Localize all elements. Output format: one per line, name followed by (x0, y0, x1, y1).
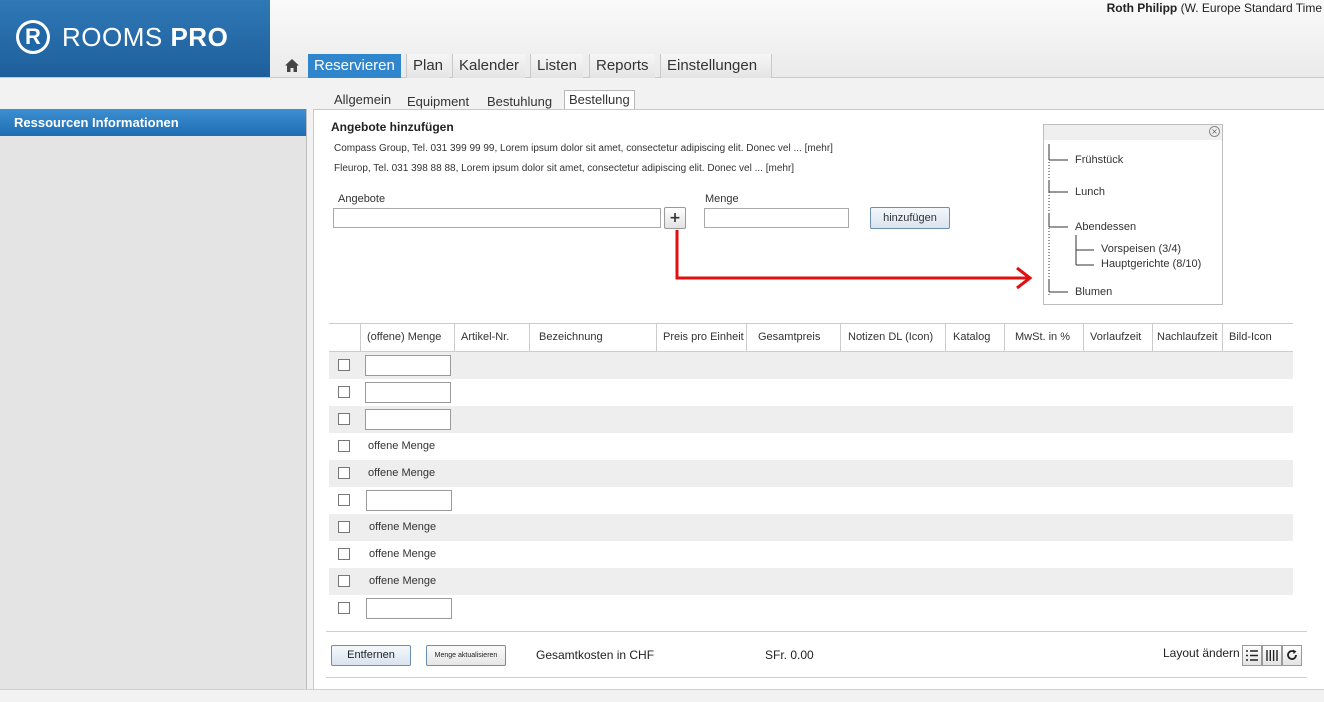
tab-plan[interactable]: Plan (406, 54, 450, 78)
list-icon[interactable] (1242, 645, 1262, 666)
home-icon[interactable] (278, 54, 306, 78)
open-qty-text: offene Menge (369, 548, 437, 560)
table-row: offene Menge (329, 541, 1293, 568)
qty-input[interactable] (366, 490, 452, 511)
row-checkbox[interactable] (338, 494, 350, 506)
table-header: (offene) Menge Artikel-Nr. Bezeichnung P… (329, 323, 1293, 352)
page-bottom-bar (0, 689, 1324, 702)
logo-text-light: ROOMS (62, 22, 163, 52)
tree-item[interactable]: Frühstück (1075, 154, 1123, 166)
total-cost-label: Gesamtkosten in CHF (536, 648, 655, 662)
column-header[interactable]: Gesamtpreis (746, 324, 840, 351)
table-row: offene Menge (329, 514, 1293, 541)
row-checkbox[interactable] (338, 575, 350, 587)
open-qty-text: offene Menge (369, 575, 437, 587)
tab-listen[interactable]: Listen (530, 54, 584, 78)
column-header[interactable]: MwSt. in % (1004, 324, 1083, 351)
footer-divider (326, 677, 1307, 678)
footer-divider (326, 631, 1307, 632)
close-icon[interactable]: × (1209, 126, 1220, 137)
row-checkbox[interactable] (338, 602, 350, 614)
tree-item[interactable]: Abendessen (1075, 221, 1136, 233)
remove-button[interactable]: Entfernen (331, 645, 411, 666)
subtab-allgemein[interactable]: Allgemein (334, 92, 391, 109)
logo-text-bold: PRO (170, 22, 229, 52)
qty-input[interactable] (365, 409, 451, 430)
column-header[interactable]: Preis pro Einheit (656, 324, 746, 351)
tab-reservieren[interactable]: Reservieren (308, 54, 401, 78)
table-row (329, 406, 1293, 433)
tree-item[interactable]: Blumen (1075, 286, 1112, 298)
open-qty-text: offene Menge (368, 440, 436, 452)
row-checkbox[interactable] (338, 548, 350, 560)
tree-popup-titlebar (1044, 125, 1222, 140)
column-header[interactable]: Vorlaufzeit (1083, 324, 1152, 351)
user-name: Roth Philipp (1106, 1, 1178, 15)
column-header[interactable]: Notizen DL (Icon) (840, 324, 945, 351)
open-qty-text: offene Menge (368, 467, 436, 479)
row-checkbox[interactable] (338, 359, 350, 371)
row-checkbox[interactable] (338, 440, 350, 452)
offer-line[interactable]: Compass Group, Tel. 031 399 99 99, Lorem… (334, 143, 833, 154)
tree-item[interactable]: Hauptgerichte (8/10) (1101, 258, 1201, 270)
logo-letter: R (19, 23, 47, 51)
columns-icon[interactable] (1262, 645, 1282, 666)
table-row: offene Menge (329, 568, 1293, 595)
table-row (329, 595, 1293, 622)
tab-kalender[interactable]: Kalender (452, 54, 526, 78)
angebote-input[interactable] (333, 208, 661, 228)
row-checkbox[interactable] (338, 521, 350, 533)
angebote-label: Angebote (338, 193, 386, 205)
menge-label: Menge (705, 193, 739, 205)
user-timezone: (W. Europe Standard Time (1180, 1, 1322, 15)
column-header[interactable]: Artikel-Nr. (454, 324, 529, 351)
row-checkbox[interactable] (338, 413, 350, 425)
column-header[interactable]: Bild-Icon (1222, 324, 1293, 351)
layout-label: Layout ändern (1163, 646, 1240, 660)
update-quantity-button[interactable]: Menge aktualisieren (426, 645, 506, 666)
column-header[interactable]: (offene) Menge (360, 324, 454, 351)
menge-input[interactable] (704, 208, 849, 228)
refresh-icon[interactable] (1282, 645, 1302, 666)
row-checkbox[interactable] (338, 386, 350, 398)
tab-einstellungen[interactable]: Einstellungen (660, 54, 772, 78)
table-row (329, 487, 1293, 514)
user-info: Roth Philipp (W. Europe Standard Time (1107, 1, 1322, 15)
sidebar-title: Ressourcen Informationen (0, 109, 306, 136)
tree-item[interactable]: Lunch (1075, 186, 1105, 198)
sidebar (0, 109, 307, 689)
offer-line[interactable]: Fleurop, Tel. 031 398 88 88, Lorem ipsum… (334, 163, 794, 174)
column-header[interactable]: Katalog (945, 324, 1004, 351)
row-checkbox[interactable] (338, 467, 350, 479)
table-row (329, 379, 1293, 406)
subtab-bestellung[interactable]: Bestellung (564, 90, 635, 110)
red-arrow (675, 230, 1033, 290)
table-row (329, 352, 1293, 379)
column-header[interactable]: Bezeichnung (529, 324, 656, 351)
offers-title: Angebote hinzufügen (331, 120, 454, 134)
tab-reports[interactable]: Reports (589, 54, 655, 78)
qty-input[interactable] (366, 598, 452, 619)
add-offer-plus-button[interactable]: + (664, 207, 686, 229)
table-row: offene Menge (329, 433, 1293, 460)
open-qty-text: offene Menge (369, 521, 437, 533)
total-cost-value: SFr. 0.00 (765, 648, 814, 662)
table-row: offene Menge (329, 460, 1293, 487)
qty-input[interactable] (365, 355, 451, 376)
qty-input[interactable] (365, 382, 451, 403)
column-header[interactable]: Nachlaufzeit (1152, 324, 1222, 351)
tree-item[interactable]: Vorspeisen (3/4) (1101, 243, 1181, 255)
logo-text: ROOMS PRO (62, 22, 228, 53)
hinzufuegen-button[interactable]: hinzufügen (870, 207, 950, 229)
